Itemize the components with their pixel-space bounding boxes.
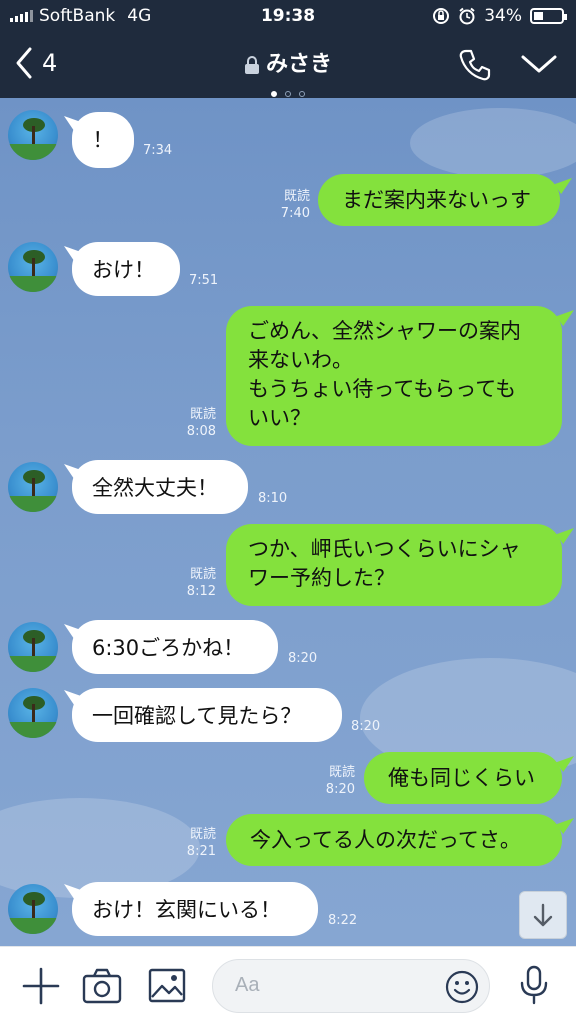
avatar[interactable] xyxy=(8,242,58,292)
message-time: 8:12 xyxy=(186,584,216,599)
message-text: もうちょい待ってもらっても xyxy=(248,377,517,401)
message-bubble-incoming[interactable]: 6:30ごろかね！ xyxy=(72,620,278,674)
image-icon[interactable] xyxy=(148,967,186,1005)
message-text: いい？ xyxy=(248,406,311,430)
message-time: 8:10 xyxy=(258,491,288,506)
battery-icon xyxy=(530,8,567,24)
chat-header: 4 みさき xyxy=(0,32,576,98)
read-receipt: 既読 xyxy=(189,567,216,582)
message-time: 7:51 xyxy=(189,273,219,288)
chevron-down-icon[interactable] xyxy=(520,52,558,76)
avatar[interactable] xyxy=(8,688,58,738)
message-bubble-outgoing[interactable]: まだ案内来ないっす xyxy=(318,174,560,226)
page-dot xyxy=(285,91,291,97)
message-time: 8:22 xyxy=(328,913,358,928)
contact-name-text: みさき xyxy=(265,52,332,77)
scroll-to-bottom-button[interactable] xyxy=(519,891,567,939)
read-receipt: 既読 xyxy=(283,189,310,204)
message-input-placeholder: Aa xyxy=(235,974,260,996)
message-time: 8:20 xyxy=(325,782,355,797)
read-receipt: 既読 xyxy=(328,765,355,780)
rotation-lock-icon xyxy=(433,8,450,24)
message-text: 来ないわ。 xyxy=(248,348,353,372)
avatar[interactable] xyxy=(8,884,58,934)
message-bubble-outgoing[interactable]: 俺も同じくらい xyxy=(364,752,562,804)
message-input[interactable]: Aa xyxy=(212,959,490,1013)
phone-icon[interactable] xyxy=(458,48,492,82)
avatar[interactable] xyxy=(8,622,58,672)
message-bubble-incoming[interactable]: 一回確認して見たら？ xyxy=(72,688,342,742)
smile-icon[interactable] xyxy=(445,970,479,1004)
message-time: 8:20 xyxy=(351,719,381,734)
camera-icon[interactable] xyxy=(82,967,122,1005)
background-cloud xyxy=(410,108,576,178)
message-text: 俺も同じくらい xyxy=(388,766,535,790)
alarm-icon xyxy=(459,7,475,25)
message-bubble-outgoing[interactable]: 今入ってる人の次だってさ。 xyxy=(226,814,562,866)
battery-percent: 34% xyxy=(484,6,522,26)
message-time: 8:20 xyxy=(288,651,318,666)
message-bubble-outgoing[interactable]: ごめん、全然シャワーの案内 来ないわ。 もうちょい待ってもらっても いい？ xyxy=(226,306,562,446)
message-text: つか、岬氏いつくらいにシャ xyxy=(248,537,521,561)
message-bubble-incoming[interactable]: ！ xyxy=(72,112,134,168)
page-dot xyxy=(299,91,305,97)
message-text: おけ！ xyxy=(92,258,155,282)
read-receipt: 既読 xyxy=(189,827,216,842)
message-list[interactable]: ！ 7:34 既読 7:40 まだ案内来ないっす おけ！ 7:51 既読 8:0… xyxy=(0,98,576,946)
status-bar: SoftBank 4G 19:38 34% xyxy=(0,0,576,32)
message-text: 一回確認して見たら？ xyxy=(92,704,302,728)
message-bubble-incoming[interactable]: おけ！玄関にいる！ xyxy=(72,882,318,936)
plus-icon[interactable] xyxy=(22,967,60,1005)
message-text: 6:30ごろかね！ xyxy=(92,636,245,660)
avatar[interactable] xyxy=(8,110,58,160)
lock-icon xyxy=(244,56,259,74)
message-text: 全然大丈夫！ xyxy=(92,476,218,500)
message-bubble-incoming[interactable]: 全然大丈夫！ xyxy=(72,460,248,514)
message-time: 8:21 xyxy=(186,844,216,859)
message-text: おけ！玄関にいる！ xyxy=(92,898,281,922)
avatar[interactable] xyxy=(8,462,58,512)
message-text: まだ案内来ないっす xyxy=(342,188,531,212)
message-bubble-incoming[interactable]: おけ！ xyxy=(72,242,180,296)
message-bubble-outgoing[interactable]: つか、岬氏いつくらいにシャ ワー予約した？ xyxy=(226,524,562,606)
read-receipt: 既読 xyxy=(189,407,216,422)
message-time: 7:40 xyxy=(280,206,310,221)
composer-bar: Aa xyxy=(0,946,576,1024)
page-dot xyxy=(271,91,277,97)
microphone-icon[interactable] xyxy=(518,965,550,1005)
message-time: 7:34 xyxy=(143,143,173,158)
arrow-down-icon xyxy=(533,903,553,927)
message-text: ごめん、全然シャワーの案内 xyxy=(248,319,521,343)
message-text: ！ xyxy=(92,128,114,152)
message-time: 8:08 xyxy=(186,424,216,439)
message-text: ワー予約した？ xyxy=(248,566,395,590)
message-text: 今入ってる人の次だってさ。 xyxy=(250,828,521,852)
